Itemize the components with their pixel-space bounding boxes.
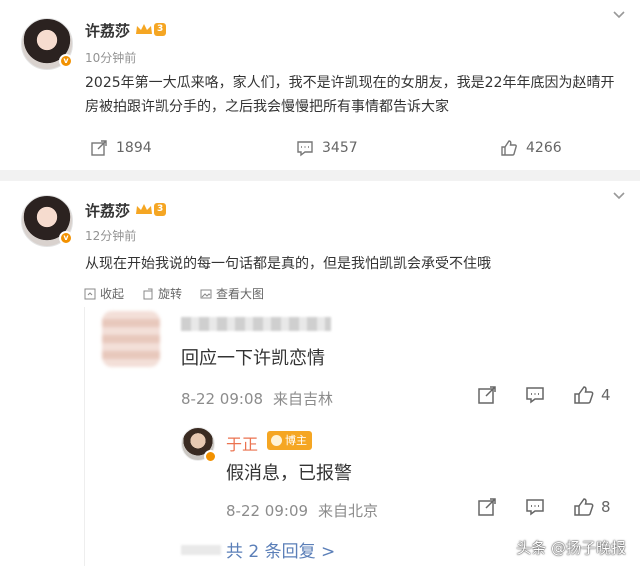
- verified-badge-icon: [204, 450, 217, 463]
- username[interactable]: 许荔莎: [85, 20, 130, 41]
- repost-button[interactable]: 1894: [90, 139, 152, 157]
- rotate-icon: [143, 288, 153, 299]
- collapse-label: 收起: [100, 287, 125, 301]
- like-count: 4266: [526, 140, 562, 156]
- reply-location: 来自北京: [318, 502, 379, 520]
- verified-badge-icon: v: [59, 54, 73, 68]
- collapse-button[interactable]: 收起: [84, 285, 124, 302]
- verified-badge-icon: v: [59, 231, 73, 245]
- crown-icon: [136, 204, 152, 214]
- post-text: 从现在开始我说的每一句话都是真的，但是我怕凯凯会承受不住哦: [85, 256, 491, 272]
- post-time[interactable]: 10分钟前: [85, 49, 136, 66]
- comment-meta: 8-22 09:08 来自吉林: [181, 388, 333, 409]
- reply-meta: 8-22 09:09 来自北京: [226, 500, 378, 521]
- rotate-button[interactable]: 旋转: [142, 285, 182, 302]
- share-button[interactable]: [477, 497, 497, 517]
- post-image[interactable]: 回应一下许凯恋情 8-22 09:08 来自吉林 4 于正 博主 假消息，已报警 …: [84, 307, 628, 566]
- comment-count: 3457: [322, 140, 358, 156]
- comment-like-count: 4: [601, 386, 611, 404]
- image-toolbar: 收起 旋转 查看大图: [84, 285, 282, 302]
- reply-button[interactable]: [525, 497, 545, 517]
- reply-username: 于正: [226, 435, 259, 454]
- thumbs-up-icon: [501, 140, 517, 156]
- comment-actions: 4: [477, 385, 611, 405]
- thumbs-up-icon: [574, 498, 594, 516]
- view-large-button[interactable]: 查看大图: [200, 285, 264, 302]
- level-badge: 3: [154, 23, 167, 36]
- like-button[interactable]: 4266: [500, 139, 562, 157]
- share-button[interactable]: [477, 385, 497, 405]
- comment-icon: [297, 141, 313, 157]
- comment-icon: [526, 387, 544, 404]
- thumbs-up-icon: [574, 386, 594, 404]
- reply-actions: 8: [477, 497, 611, 517]
- comment-location: 来自吉林: [273, 390, 334, 408]
- post-card-1: v 许荔莎 3 10分钟前 2025年第一大瓜来咯，家人们，我不是许凯现在的女朋…: [0, 0, 640, 170]
- post-text: 2025年第一大瓜来咯，家人们，我不是许凯现在的女朋友，我是22年年底因为赵晴开…: [85, 75, 615, 115]
- comment-icon: [526, 499, 544, 516]
- comment-button[interactable]: 3457: [296, 139, 358, 157]
- image-icon: [200, 289, 212, 298]
- username[interactable]: 许荔莎: [85, 200, 130, 221]
- blogger-badge: 博主: [267, 431, 312, 450]
- chevron-down-icon[interactable]: [612, 189, 626, 205]
- post-time[interactable]: 12分钟前: [85, 227, 136, 244]
- more-replies-link[interactable]: 共 2 条回复 >: [226, 537, 335, 562]
- repost-count: 1894: [116, 140, 152, 156]
- level-badge: 3: [154, 203, 167, 216]
- comment-text: 回应一下许凯恋情: [181, 348, 325, 369]
- share-icon: [478, 386, 496, 404]
- reply-date: 8-22 09:09: [226, 502, 309, 520]
- view-large-label: 查看大图: [216, 287, 265, 301]
- comment-date: 8-22 09:08: [181, 390, 264, 408]
- like-button[interactable]: 8: [573, 497, 611, 517]
- blurred-avatar: [102, 311, 160, 367]
- collapse-icon: [84, 288, 96, 299]
- watermark: 头条 @扬子晚报: [516, 539, 626, 557]
- rotate-label: 旋转: [158, 287, 183, 301]
- blurred-username: [181, 317, 331, 331]
- reply-like-count: 8: [601, 498, 611, 516]
- chevron-down-icon[interactable]: [612, 8, 626, 24]
- crown-icon: [136, 24, 152, 34]
- reply-button[interactable]: [525, 385, 545, 405]
- like-button[interactable]: 4: [573, 385, 611, 405]
- repost-icon: [91, 140, 107, 156]
- share-icon: [478, 498, 496, 516]
- blurred-text: [181, 545, 221, 555]
- reply-text: 假消息，已报警: [226, 463, 352, 484]
